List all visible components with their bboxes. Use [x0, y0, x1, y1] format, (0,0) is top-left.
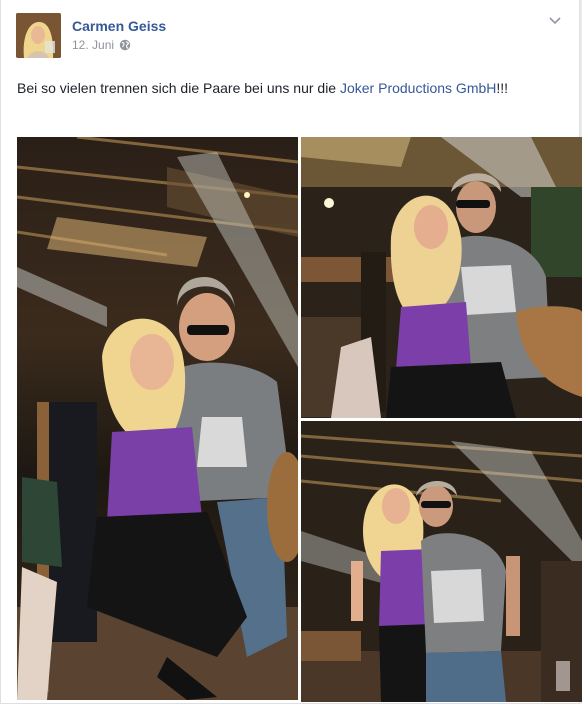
post-text-suffix: !!! — [496, 80, 509, 96]
photo-couple-restaurant-2 — [301, 137, 582, 418]
post-text-body: Bei so vielen trennen sich die Paare bei… — [17, 80, 340, 96]
photo-couple-restaurant-1 — [17, 137, 298, 700]
post-text: Bei so vielen trennen sich die Paare bei… — [17, 77, 562, 99]
chevron-down-icon[interactable] — [547, 12, 563, 28]
feed-post: Carmen Geiss 12. Juni Bei so vielen tren… — [0, 0, 582, 704]
post-meta: 12. Juni — [72, 38, 131, 52]
author-name[interactable]: Carmen Geiss — [72, 18, 166, 34]
post-photo-large[interactable] — [17, 137, 298, 700]
author-avatar[interactable] — [16, 13, 61, 58]
globe-icon[interactable] — [119, 39, 131, 51]
post-photo-bottom-right[interactable] — [301, 421, 582, 702]
post-link[interactable]: Joker Productions GmbH — [340, 80, 496, 96]
post-date[interactable]: 12. Juni — [72, 38, 114, 52]
avatar-image — [16, 13, 61, 58]
photo-couple-restaurant-3 — [301, 421, 582, 702]
post-photo-top-right[interactable] — [301, 137, 582, 418]
